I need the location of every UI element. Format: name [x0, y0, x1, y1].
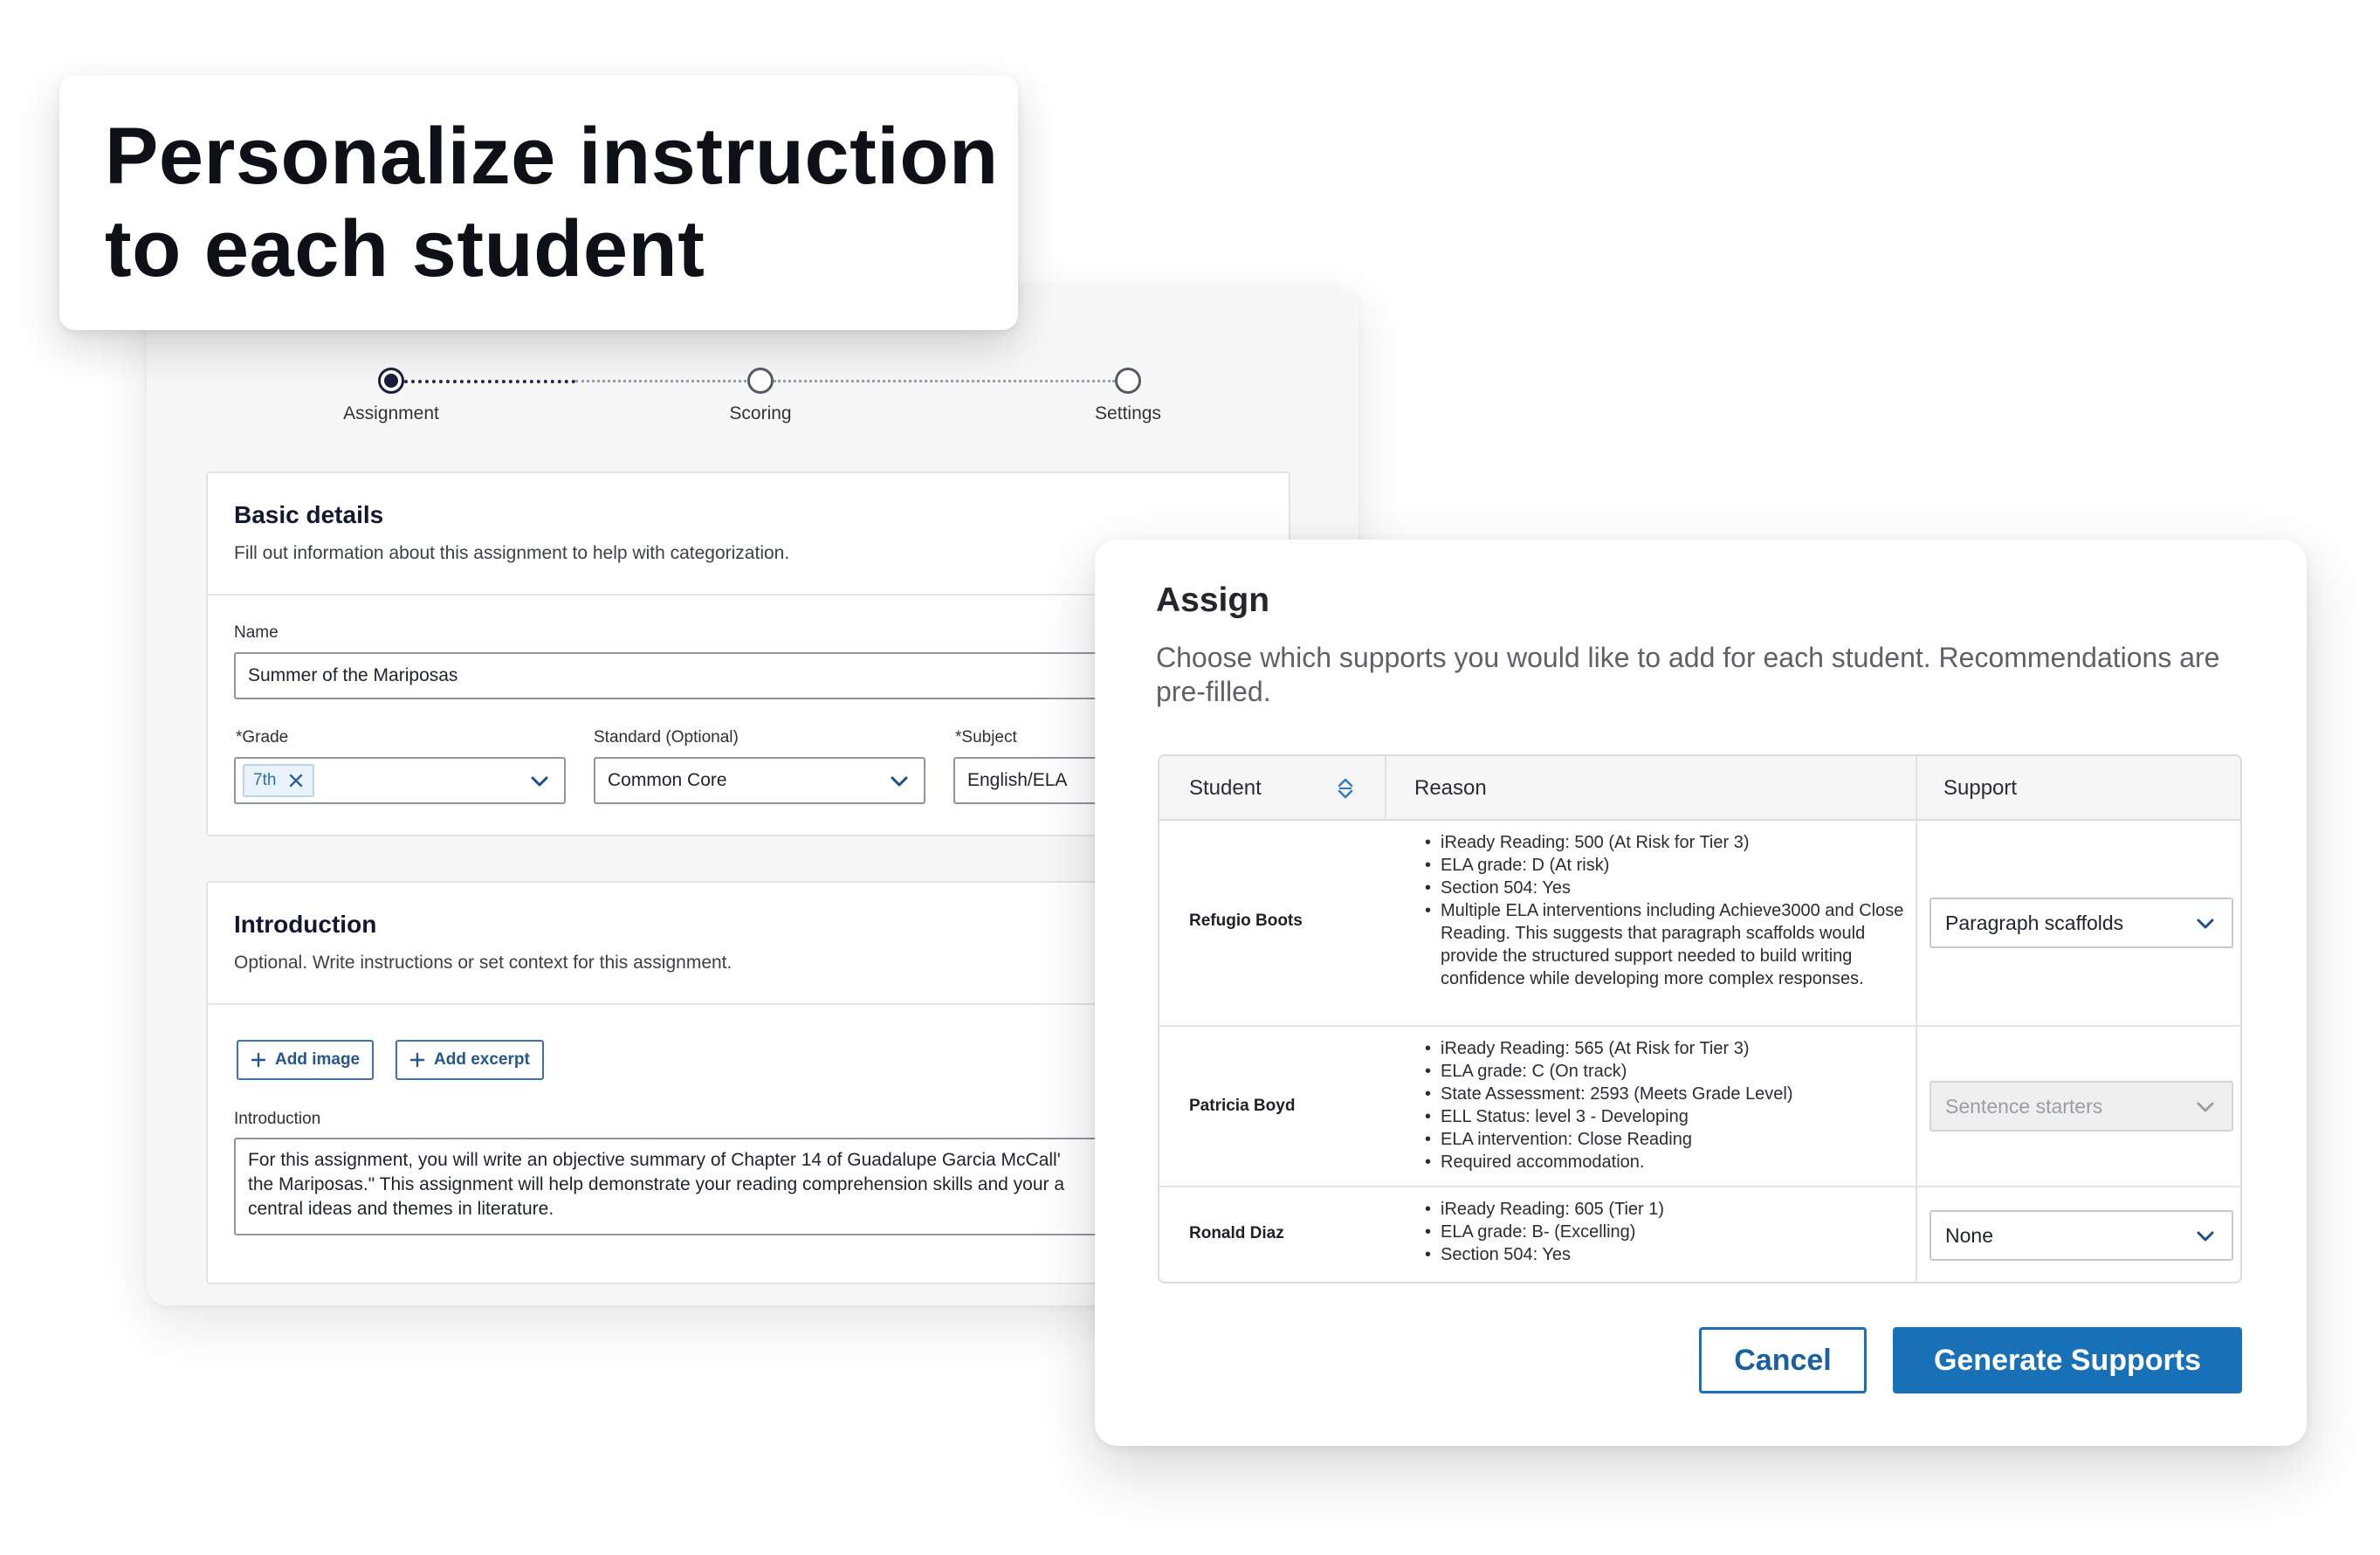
table-row: Ronald Diaz iReady Reading: 605 (Tier 1)…	[1159, 1187, 2240, 1282]
reason-item: Section 504: Yes	[1425, 1243, 1914, 1266]
plus-icon	[409, 1052, 425, 1068]
table-header: Student Reason Support	[1159, 756, 2240, 821]
reason-list: iReady Reading: 565 (At Risk for Tier 3)…	[1425, 1037, 1914, 1173]
reason-item: ELL Status: level 3 - Developing	[1425, 1105, 1914, 1128]
reason-item: ELA grade: C (On track)	[1425, 1060, 1914, 1083]
cancel-button[interactable]: Cancel	[1699, 1327, 1867, 1393]
reason-item: ELA intervention: Close Reading	[1425, 1128, 1914, 1151]
modal-description: Choose which supports you would like to …	[1156, 642, 2220, 707]
student-name: Refugio Boots	[1189, 912, 1303, 930]
step-label-assignment[interactable]: Assignment	[304, 403, 478, 424]
support-select-value: Paragraph scaffolds	[1945, 911, 2124, 934]
headline-card: Personalize instruction to each student	[59, 75, 1018, 330]
add-image-label: Add image	[275, 1050, 361, 1069]
step-dot-scoring[interactable]	[747, 368, 774, 394]
column-header-support: Support	[1943, 756, 2017, 821]
student-name: Ronald Diaz	[1189, 1224, 1284, 1242]
chevron-down-icon	[891, 776, 908, 787]
column-header-reason-label: Reason	[1414, 776, 1487, 800]
reason-item: iReady Reading: 605 (Tier 1)	[1425, 1198, 1914, 1221]
introduction-title: Introduction	[234, 911, 377, 938]
sort-icon[interactable]	[1334, 775, 1357, 802]
stepper-line-pending	[575, 380, 746, 382]
add-excerpt-button[interactable]: Add excerpt	[396, 1040, 544, 1080]
generate-supports-button[interactable]: Generate Supports	[1893, 1327, 2242, 1393]
column-header-support-label: Support	[1943, 776, 2018, 800]
marketing-canvas: Assignment Scoring Settings Basic detail…	[0, 0, 2380, 1555]
grade-chip-label: 7th	[253, 771, 277, 789]
stepper-line-pending	[774, 380, 1115, 382]
reason-item: Multiple ELA interventions including Ach…	[1425, 899, 1914, 990]
subject-select-value: English/ELA	[967, 770, 1068, 790]
column-header-student[interactable]: Student	[1189, 756, 1262, 821]
reason-item: Required accommodation.	[1425, 1151, 1914, 1173]
student-name: Patricia Boyd	[1189, 1097, 1296, 1115]
chevron-down-icon	[2197, 1102, 2214, 1112]
reason-item: ELA grade: B- (Excelling)	[1425, 1221, 1914, 1243]
column-separator	[1385, 756, 1386, 821]
grade-multiselect[interactable]: 7th	[234, 757, 566, 804]
column-header-student-label: Student	[1189, 776, 1262, 800]
assign-modal: Assign Choose which supports you would l…	[1095, 540, 2307, 1446]
introduction-field-label: Introduction	[234, 1110, 321, 1128]
table-row: Refugio Boots iReady Reading: 500 (At Ri…	[1159, 821, 2240, 1027]
modal-title: Assign	[1156, 581, 1270, 619]
column-header-reason: Reason	[1414, 756, 1487, 821]
chevron-down-icon	[2197, 1231, 2214, 1242]
support-select[interactable]: Paragraph scaffolds	[1929, 898, 2233, 948]
support-select-value: Sentence starters	[1945, 1094, 2103, 1118]
standard-label: Standard (Optional)	[594, 728, 739, 747]
grade-label: *Grade	[236, 728, 289, 747]
introduction-subtitle: Optional. Write instructions or set cont…	[234, 953, 733, 973]
support-select[interactable]: None	[1929, 1210, 2233, 1261]
step-dot-assignment[interactable]	[378, 368, 404, 394]
table-row: Patricia Boyd iReady Reading: 565 (At Ri…	[1159, 1027, 2240, 1187]
basic-details-subtitle: Fill out information about this assignme…	[234, 543, 790, 563]
close-icon[interactable]	[288, 773, 304, 788]
chevron-down-icon[interactable]	[529, 771, 550, 792]
headline: Personalize instruction to each student	[105, 112, 999, 293]
name-input-value: Summer of the Mariposas	[248, 665, 458, 685]
reason-item: Section 504: Yes	[1425, 877, 1914, 899]
standard-select[interactable]: Common Core	[594, 757, 925, 804]
reason-item: ELA grade: D (At risk)	[1425, 854, 1914, 877]
chevron-down-icon	[2197, 919, 2214, 929]
plus-icon	[251, 1052, 266, 1068]
add-image-button[interactable]: Add image	[237, 1040, 375, 1080]
reason-item: iReady Reading: 500 (At Risk for Tier 3)	[1425, 831, 1914, 854]
support-select-disabled: Sentence starters	[1929, 1081, 2233, 1132]
step-label-settings[interactable]: Settings	[1041, 403, 1215, 424]
step-label-scoring[interactable]: Scoring	[673, 403, 848, 424]
reason-item: iReady Reading: 565 (At Risk for Tier 3)	[1425, 1037, 1914, 1060]
stepper-line-completed	[404, 380, 575, 383]
add-excerpt-label: Add excerpt	[434, 1050, 530, 1069]
name-label: Name	[234, 623, 279, 642]
basic-details-title: Basic details	[234, 501, 384, 528]
reason-item: State Assessment: 2593 (Meets Grade Leve…	[1425, 1083, 1914, 1105]
step-dot-settings[interactable]	[1115, 368, 1141, 394]
reason-list: iReady Reading: 500 (At Risk for Tier 3)…	[1425, 831, 1914, 990]
supports-table: Student Reason Support Refugio Boots • i…	[1158, 754, 2242, 1283]
grade-chip: 7th	[243, 764, 315, 797]
reason-list: iReady Reading: 605 (Tier 1) ELA grade: …	[1425, 1198, 1914, 1266]
support-select-value: None	[1945, 1223, 1993, 1247]
standard-select-value: Common Core	[608, 770, 727, 790]
subject-label: *Subject	[955, 728, 1017, 747]
